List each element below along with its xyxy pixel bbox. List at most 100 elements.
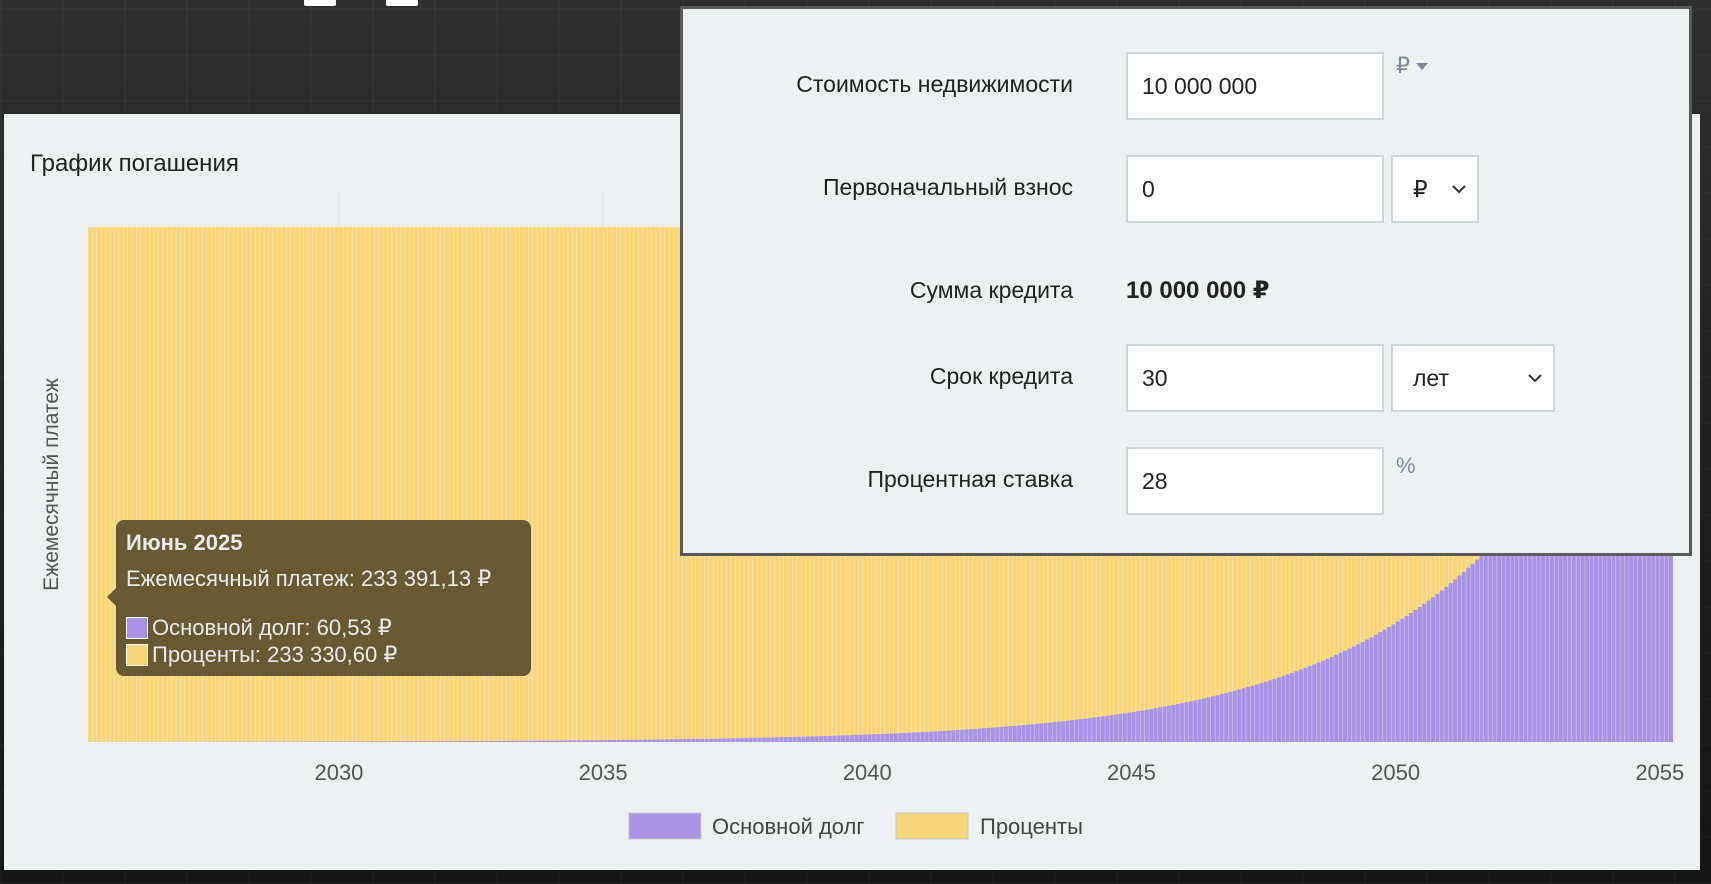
interest-bar bbox=[594, 227, 599, 741]
principal-bar bbox=[1285, 674, 1290, 742]
principal-bar bbox=[1272, 678, 1277, 742]
principal-bar bbox=[1342, 650, 1348, 742]
loan-term-unit-select[interactable]: лет bbox=[1391, 344, 1555, 412]
chart-tooltip: Июнь 2025 Ежемесячный платеж: 233 391,13… bbox=[107, 520, 531, 676]
principal-bar bbox=[1078, 719, 1084, 742]
principal-bar bbox=[911, 732, 916, 742]
interest-bar bbox=[88, 227, 93, 742]
principal-bar bbox=[616, 739, 621, 742]
principal-bar bbox=[1008, 726, 1013, 742]
tooltip-principal-row: Основной долг: 60,53 ₽ bbox=[126, 614, 521, 641]
principal-bar bbox=[1237, 689, 1242, 742]
principal-bar bbox=[1184, 702, 1189, 742]
principal-bar bbox=[1444, 586, 1449, 742]
principal-bar bbox=[788, 737, 793, 742]
principal-bar bbox=[506, 740, 511, 742]
principal-bar bbox=[563, 740, 568, 742]
principal-bar bbox=[440, 741, 445, 742]
principal-bar bbox=[893, 733, 899, 742]
principal-bar bbox=[739, 738, 745, 742]
property-cost-currency-dropdown[interactable]: ₽ bbox=[1396, 53, 1428, 79]
down-payment-unit-select[interactable]: ₽ bbox=[1391, 155, 1479, 223]
interest-bar bbox=[545, 227, 551, 741]
interest-bar bbox=[563, 227, 568, 741]
principal-bar bbox=[836, 735, 841, 742]
principal-bar bbox=[1091, 717, 1097, 742]
principal-bar bbox=[1012, 725, 1017, 742]
principal-bar bbox=[515, 740, 520, 742]
interest-bar bbox=[581, 227, 586, 741]
principal-bar bbox=[726, 738, 731, 742]
tooltip-title: Июнь 2025 bbox=[126, 530, 243, 555]
interest-bar bbox=[585, 227, 590, 741]
principal-bar bbox=[523, 740, 529, 742]
interest-bar bbox=[625, 227, 630, 740]
principal-bar bbox=[1496, 537, 1502, 742]
principal-bar bbox=[801, 736, 806, 742]
principal-bar bbox=[475, 741, 480, 742]
interest-bar bbox=[537, 227, 542, 741]
legend-swatch-icon[interactable] bbox=[895, 812, 969, 840]
principal-bar bbox=[545, 740, 551, 742]
principal-bar bbox=[431, 741, 436, 742]
principal-bar bbox=[871, 734, 877, 742]
principal-bar bbox=[691, 738, 696, 742]
principal-bar bbox=[810, 736, 815, 742]
principal-bar bbox=[1149, 708, 1154, 742]
principal-bar bbox=[1276, 677, 1282, 742]
principal-bar bbox=[924, 731, 929, 742]
principal-bar bbox=[537, 740, 542, 742]
principal-bar bbox=[1400, 618, 1405, 742]
legend-label[interactable]: Основной долг bbox=[712, 814, 864, 839]
principal-bar bbox=[1267, 680, 1273, 742]
principal-bar bbox=[744, 738, 749, 742]
principal-bar bbox=[585, 740, 590, 742]
legend-swatch-icon[interactable] bbox=[628, 812, 702, 840]
principal-bar bbox=[1100, 716, 1106, 742]
legend-label[interactable]: Проценты bbox=[980, 814, 1083, 839]
principal-bar bbox=[1417, 606, 1423, 742]
principal-bar bbox=[532, 740, 538, 742]
principal-bar bbox=[708, 738, 714, 742]
interest-bar bbox=[633, 227, 639, 740]
principal-bar bbox=[955, 730, 960, 742]
principal-bar bbox=[1422, 603, 1427, 742]
principal-bar bbox=[1228, 691, 1233, 742]
principal-bar bbox=[1338, 652, 1343, 742]
principal-bar bbox=[915, 732, 921, 742]
principal-bar bbox=[942, 730, 947, 742]
principal-swatch-icon bbox=[126, 616, 148, 639]
interest-bar bbox=[567, 227, 573, 741]
principal-bar bbox=[1043, 722, 1048, 742]
principal-bar bbox=[360, 741, 366, 742]
interest-rate-label: Процентная ставка bbox=[867, 466, 1073, 492]
property-cost-input[interactable]: 10 000 000 bbox=[1126, 52, 1384, 120]
down-payment-input[interactable]: 0 bbox=[1126, 155, 1384, 223]
principal-bar bbox=[1303, 667, 1308, 742]
interest-bar bbox=[96, 227, 102, 742]
principal-bar bbox=[1254, 684, 1260, 742]
principal-bar bbox=[620, 739, 626, 742]
principal-bar bbox=[501, 740, 507, 742]
loan-term-input[interactable]: 30 bbox=[1126, 344, 1384, 412]
principal-bar bbox=[519, 740, 524, 742]
principal-bar bbox=[827, 735, 833, 742]
principal-bar bbox=[1016, 725, 1022, 742]
principal-bar bbox=[400, 741, 405, 742]
principal-bar bbox=[1439, 590, 1445, 742]
principal-bar bbox=[1144, 709, 1150, 742]
tooltip-principal: Основной долг: 60,53 ₽ bbox=[152, 614, 392, 640]
principal-bar bbox=[422, 741, 428, 742]
interest-rate-input[interactable]: 28 bbox=[1126, 447, 1384, 515]
principal-bar bbox=[1131, 711, 1136, 742]
interest-bar bbox=[664, 227, 670, 740]
principal-bar bbox=[642, 739, 648, 742]
interest-swatch-icon bbox=[126, 643, 148, 666]
hero-heading-fragment bbox=[300, 0, 680, 10]
principal-bar bbox=[638, 739, 643, 742]
principal-bar bbox=[409, 741, 414, 742]
loan-term-unit: лет bbox=[1413, 364, 1449, 391]
principal-bar bbox=[928, 731, 934, 742]
principal-bar bbox=[1413, 609, 1418, 742]
tooltip-interest: Проценты: 233 330,60 ₽ bbox=[152, 641, 398, 667]
